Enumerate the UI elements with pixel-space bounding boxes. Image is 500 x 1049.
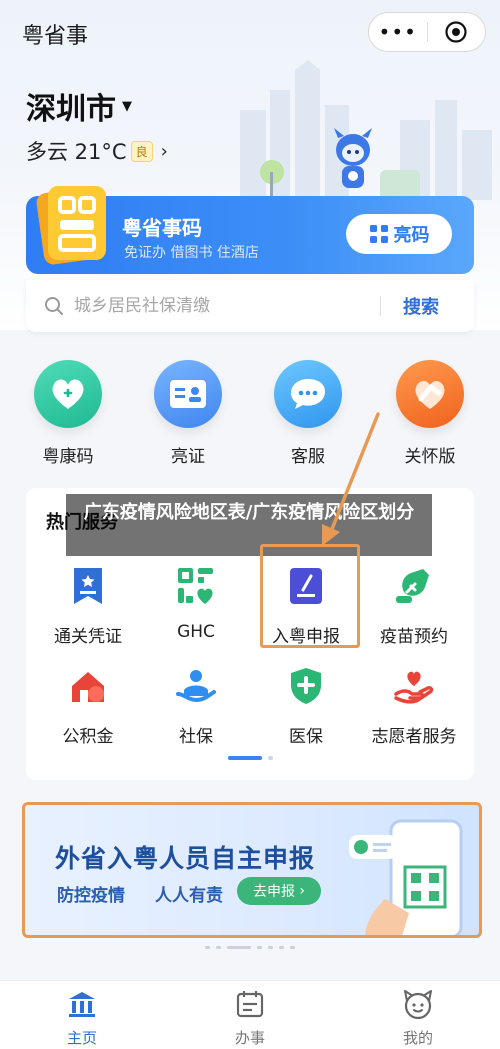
weather-text: 多云 21°C (26, 140, 127, 164)
code-tile-icon (36, 186, 106, 265)
heart-shield-icon (34, 360, 102, 428)
profile-face-icon (368, 989, 468, 1019)
tab-services[interactable]: 办事 (200, 989, 300, 1048)
calendar-icon (200, 989, 300, 1019)
service-housing-fund[interactable]: 公积金 (32, 664, 144, 747)
app-title: 粤省事 (22, 24, 89, 49)
bottom-tab-bar: 主页 办事 我的 (0, 980, 500, 1049)
search-icon (45, 297, 63, 315)
service-medical-insurance[interactable]: 医保 (250, 664, 362, 747)
annotation-arrow (322, 412, 380, 546)
quick-item-care-mode[interactable]: 关怀版 (380, 360, 480, 467)
city-name: 深圳市 (26, 92, 116, 127)
home-building-icon (32, 989, 132, 1019)
annotation-highlight-box (260, 544, 360, 648)
search-button[interactable]: 搜索 (403, 293, 439, 319)
service-pass-certificate[interactable]: 通关凭证 (32, 564, 144, 647)
quick-actions: 粤康码 亮证 客服 关怀版 (0, 360, 500, 470)
service-ghc[interactable]: GHC (140, 564, 252, 642)
social-security-icon (174, 664, 218, 708)
mascot-icon (334, 128, 372, 188)
ghc-icon (174, 564, 218, 608)
city-selector[interactable]: 深圳市 ▼ (26, 84, 132, 128)
phone-qr-illustration (349, 819, 463, 935)
self-declaration-banner[interactable]: 外省入粤人员自主申报 防控疫情 人人有责 去申报 › (22, 802, 482, 938)
search-bar: 搜索 (26, 280, 474, 332)
code-card-subtitle: 免证办 借图书 住酒店 (124, 245, 259, 261)
qr-grid-icon (369, 225, 388, 243)
code-card-title: 粤省事码 (122, 216, 202, 240)
tab-profile[interactable]: 我的 (368, 989, 468, 1048)
go-declare-button[interactable]: 去申报 › (237, 877, 321, 905)
chevron-right-icon: › (160, 140, 168, 162)
caret-down-icon: ▼ (122, 98, 132, 114)
banner-slogan-2: 人人有责 (155, 886, 223, 906)
show-code-button[interactable]: 亮码 (346, 214, 452, 254)
pass-bookmark-icon (66, 564, 110, 608)
tab-home[interactable]: 主页 (32, 989, 132, 1048)
quick-item-health-code[interactable]: 粤康码 (18, 360, 118, 467)
banner-pager (0, 946, 500, 949)
housing-fund-icon (66, 664, 110, 708)
quick-item-show-id[interactable]: 亮证 (138, 360, 238, 467)
mini-program-capsule: ••• (368, 12, 486, 52)
service-vaccine-appointment[interactable]: 疫苗预约 (358, 564, 470, 647)
aqi-badge: 良 (130, 140, 153, 162)
service-social-security[interactable]: 社保 (140, 664, 252, 747)
vaccine-icon (392, 564, 436, 608)
medical-insurance-icon (284, 664, 328, 708)
hot-services-pager (26, 756, 474, 760)
search-input[interactable] (74, 296, 374, 316)
close-target-icon[interactable] (427, 20, 485, 44)
banner-headline: 外省入粤人员自主申报 (55, 844, 316, 873)
care-heart-icon (396, 360, 464, 428)
more-icon[interactable]: ••• (369, 20, 427, 44)
weather-info[interactable]: 多云 21°C 良 › (26, 136, 168, 166)
service-volunteer[interactable]: 志愿者服务 (358, 664, 470, 747)
id-card-icon (154, 360, 222, 428)
volunteer-icon (392, 664, 436, 708)
banner-slogan-1: 防控疫情 (57, 886, 125, 906)
